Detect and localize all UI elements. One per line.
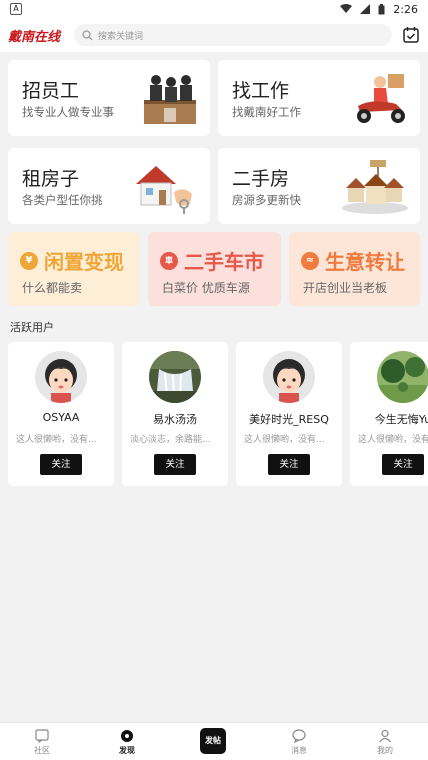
card-second-hand-house[interactable]: 二手房 房源多更新快	[218, 148, 420, 224]
battery-icon	[378, 3, 385, 14]
calendar-check-icon[interactable]	[402, 26, 420, 44]
user-bio: 这人很懒哟，没有...	[16, 435, 97, 445]
card-rent-house[interactable]: 租房子 各类户型任你挑	[8, 148, 210, 224]
signal-icon	[360, 4, 371, 14]
promo-used-cars[interactable]: 車 二手车市 白菜价 优质车源	[148, 232, 281, 306]
transfer-icon: ≈	[301, 251, 319, 270]
promo-title: 二手车市	[184, 250, 264, 274]
follow-button[interactable]: 关注	[268, 454, 310, 475]
follow-button[interactable]: 关注	[154, 454, 196, 475]
tab-discover[interactable]: 发现	[97, 723, 157, 760]
card-find-job[interactable]: 找工作 找戴南好工作	[218, 60, 420, 136]
card-title: 招员工	[22, 80, 80, 102]
clock-time: 2:26	[393, 2, 418, 16]
top-bar: 戴南在线 搜索关键词	[0, 18, 428, 52]
user-card[interactable]: 今生无悔Yu 这人很懒哟，没有... 关注	[350, 342, 428, 486]
user-name: 美好时光_RESQ	[249, 413, 329, 426]
compass-icon	[121, 730, 133, 742]
wifi-icon	[340, 4, 353, 13]
default-avatar-icon	[263, 351, 315, 403]
card-title: 找工作	[232, 80, 290, 102]
card-subtitle: 房源多更新快	[232, 193, 301, 207]
avatar[interactable]	[35, 351, 87, 403]
user-card[interactable]: OSYAA 这人很懒哟，没有... 关注	[8, 342, 114, 486]
search-placeholder: 搜索关键词	[98, 31, 144, 42]
avatar[interactable]	[377, 351, 428, 403]
promo-business-transfer[interactable]: ≈ 生意转让 开店创业当老板	[289, 232, 420, 306]
user-name: 易水汤汤	[153, 413, 197, 426]
tab-messages[interactable]: 消息	[269, 723, 329, 760]
promo-title-row: 車 二手车市	[160, 246, 264, 275]
chat-square-icon	[35, 729, 49, 743]
user-bio: 淡心淡志，余路能...	[130, 435, 211, 445]
search-icon	[82, 29, 93, 40]
user-bio: 这人很懒哟，没有...	[358, 435, 428, 445]
yen-icon: ¥	[20, 251, 38, 270]
promo-idle-sale[interactable]: ¥ 闲置变现 什么都能卖	[8, 232, 140, 306]
tab-label: 发现	[119, 746, 135, 755]
avatar[interactable]	[149, 351, 201, 403]
card-title: 租房子	[22, 168, 80, 190]
promo-title-row: ≈ 生意转让	[301, 246, 405, 275]
tab-community[interactable]: 社区	[12, 723, 72, 760]
office-meeting-illustration	[144, 75, 196, 124]
promo-subtitle: 开店创业当老板	[303, 281, 388, 295]
tab-label: 消息	[291, 746, 307, 755]
tab-label: 我的	[377, 746, 393, 755]
bottom-tab-bar: 社区 发现 发帖 消息 我的	[0, 722, 428, 760]
follow-button[interactable]: 关注	[40, 454, 82, 475]
status-bar: A 2:26	[0, 0, 428, 18]
tab-label: 社区	[34, 746, 50, 755]
card-subtitle: 找专业人做专业事	[22, 105, 114, 119]
default-avatar-icon	[35, 351, 87, 403]
waterfall-photo-icon	[149, 351, 201, 403]
promo-subtitle: 什么都能卖	[22, 281, 83, 295]
notification-icon: A	[10, 3, 22, 15]
promo-title: 生意转让	[325, 250, 405, 274]
section-title-active-users: 活跃用户	[10, 321, 54, 334]
search-input[interactable]: 搜索关键词	[74, 24, 392, 46]
card-recruit[interactable]: 招员工 找专业人做专业事	[8, 60, 210, 136]
user-bio: 这人很懒哟，没有...	[244, 435, 325, 445]
houses-illustration	[342, 160, 408, 214]
user-card[interactable]: 美好时光_RESQ 这人很懒哟，没有... 关注	[236, 342, 342, 486]
tab-profile[interactable]: 我的	[355, 723, 415, 760]
promo-subtitle: 白菜价 优质车源	[162, 281, 250, 295]
garden-photo-icon	[377, 351, 428, 403]
active-users-carousel[interactable]: OSYAA 这人很懒哟，没有... 关注 易水汤汤 淡心淡志，余路能... 关注	[8, 342, 428, 488]
promo-title-row: ¥ 闲置变现	[20, 246, 124, 275]
avatar[interactable]	[263, 351, 315, 403]
card-title: 二手房	[232, 168, 290, 190]
speech-bubble-icon	[292, 729, 306, 743]
person-icon	[379, 729, 391, 743]
promo-title: 闲置变现	[44, 250, 124, 274]
card-subtitle: 找戴南好工作	[232, 105, 301, 119]
card-subtitle: 各类户型任你挑	[22, 193, 103, 207]
delivery-scooter-illustration	[357, 74, 405, 123]
user-name: OSYAA	[42, 411, 80, 424]
post-button[interactable]: 发帖	[200, 728, 226, 754]
car-icon: 車	[160, 251, 178, 270]
user-name: 今生无悔Yu	[374, 413, 428, 426]
user-card[interactable]: 易水汤汤 淡心淡志，余路能... 关注	[122, 342, 228, 486]
app-logo[interactable]: 戴南在线	[8, 26, 66, 45]
house-key-illustration	[136, 166, 192, 214]
follow-button[interactable]: 关注	[382, 454, 424, 475]
